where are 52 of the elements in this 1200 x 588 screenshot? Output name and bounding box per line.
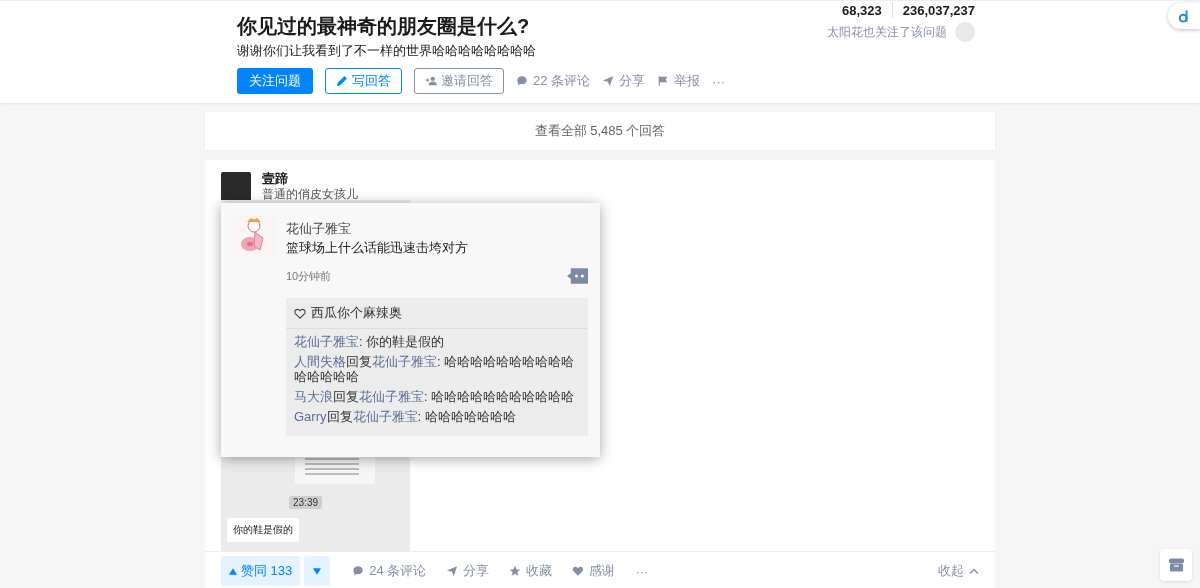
favorite-button[interactable]: 收藏 bbox=[509, 562, 553, 580]
share-button[interactable]: 分享 bbox=[602, 72, 646, 90]
pencil-icon bbox=[336, 75, 348, 87]
floating-button[interactable] bbox=[1160, 549, 1192, 581]
view-count: 236,037,237 bbox=[891, 3, 975, 18]
author-bio: 普通的俏皮女孩儿 bbox=[262, 186, 358, 202]
box-icon bbox=[1168, 558, 1184, 572]
author-name[interactable]: 壹蹄 bbox=[262, 172, 358, 186]
comment-text: 人間失格回复花仙子雅宝: 哈哈哈哈哈哈哈哈哈哈哈哈哈哈哈 bbox=[294, 354, 576, 384]
speech-bubble-icon bbox=[516, 75, 528, 87]
more-button[interactable]: ··· bbox=[712, 73, 726, 89]
post-time: 10分钟前 bbox=[286, 268, 332, 284]
chat-timestamp: 23:39 bbox=[289, 496, 323, 509]
comment-text: Garry回复花仙子雅宝: 哈哈哈哈哈哈哈 bbox=[294, 409, 517, 424]
flag-icon bbox=[657, 75, 670, 87]
avatar-placeholder bbox=[221, 172, 251, 202]
collapse-button[interactable]: 收起 bbox=[938, 562, 979, 580]
comment-button[interactable]: 24 条评论 bbox=[352, 562, 427, 580]
add-person-icon bbox=[425, 75, 437, 87]
liker-name: 西瓜你个麻辣奥 bbox=[311, 304, 402, 322]
extension-badge[interactable] bbox=[1168, 3, 1200, 29]
comment-text: 马大浪回复花仙子雅宝: 哈哈哈哈哈哈哈哈哈哈哈 bbox=[294, 389, 576, 404]
down-triangle-icon bbox=[313, 567, 322, 575]
star-icon bbox=[509, 565, 522, 577]
letter-d-icon bbox=[1178, 8, 1190, 24]
comment-dots-icon[interactable] bbox=[567, 268, 588, 284]
speech-bubble-icon bbox=[352, 565, 365, 577]
up-triangle-icon bbox=[229, 567, 237, 575]
post-text: 篮球场上什么话能迅速击垮对方 bbox=[286, 239, 469, 257]
write-answer-button[interactable]: 写回答 bbox=[325, 68, 402, 94]
follower-note: 太阳花也关注了该问题 bbox=[827, 23, 947, 41]
invite-button[interactable]: 邀请回答 bbox=[414, 68, 504, 94]
report-button[interactable]: 举报 bbox=[657, 72, 701, 90]
more-button[interactable]: ··· bbox=[635, 563, 649, 579]
question-description: 谢谢你们让我看到了不一样的世界哈哈哈哈哈哈哈哈 bbox=[237, 42, 537, 60]
chevron-up-icon bbox=[969, 568, 979, 574]
upvote-button[interactable]: 赞同 133 bbox=[221, 556, 301, 586]
poster-name: 花仙子雅宝 bbox=[286, 220, 352, 238]
heart-icon bbox=[572, 565, 585, 577]
thanks-button[interactable]: 感谢 bbox=[572, 562, 616, 580]
follow-button[interactable]: 关注问题 bbox=[237, 68, 313, 94]
follower-count: 68,323 bbox=[840, 3, 883, 18]
chat-bubble: 你的鞋是假的 bbox=[227, 518, 299, 542]
paper-plane-icon bbox=[446, 565, 459, 577]
view-all-answers-link[interactable]: 查看全部 5,485 个回答 bbox=[205, 112, 995, 150]
question-title: 你见过的最神奇的朋友圈是什么? bbox=[237, 14, 531, 39]
comment-text: 花仙子雅宝: 你的鞋是假的 bbox=[294, 334, 446, 349]
paper-plane-icon bbox=[602, 75, 615, 87]
downvote-button[interactable] bbox=[304, 556, 331, 586]
share-button[interactable]: 分享 bbox=[446, 562, 490, 580]
heart-outline-icon bbox=[294, 307, 306, 319]
comment-button[interactable]: 22 条评论 bbox=[516, 72, 591, 90]
